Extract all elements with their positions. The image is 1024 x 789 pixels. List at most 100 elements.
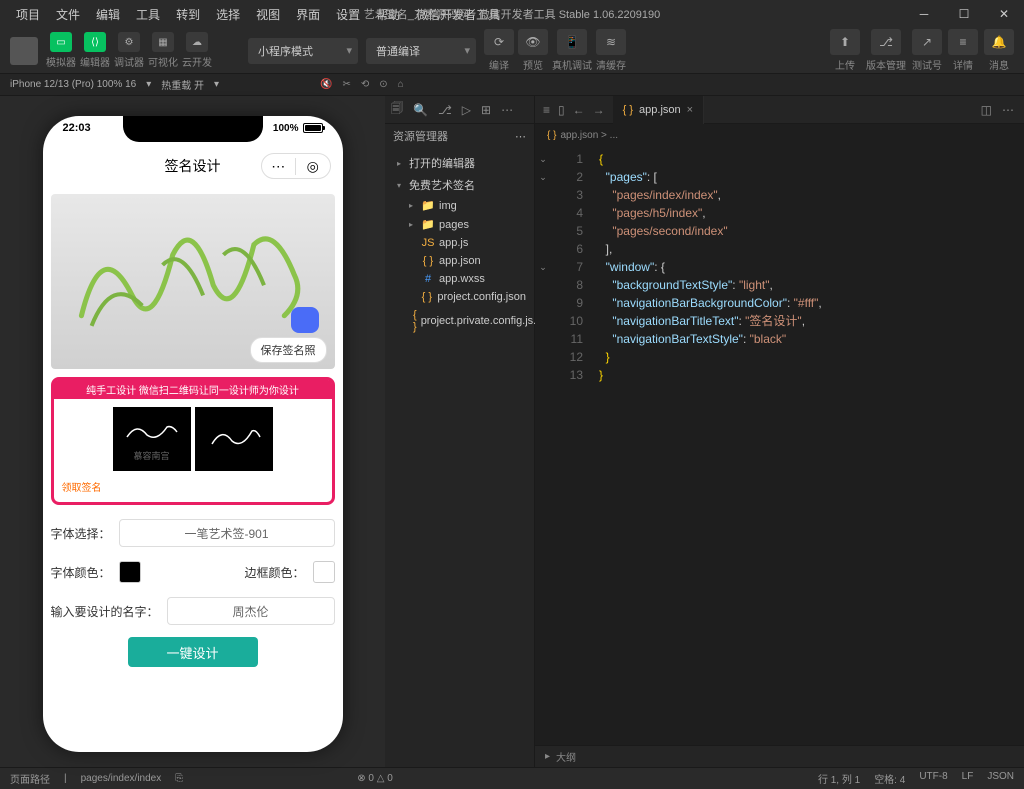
ext-tab-icon[interactable]: ⊞ [481, 103, 491, 117]
menu-项目[interactable]: 项目 [8, 2, 48, 27]
run-tab-icon[interactable]: ▷ [462, 103, 471, 117]
compile-button[interactable]: ⟳ [484, 29, 514, 55]
tree-item-app.wxss[interactable]: #app.wxss [385, 270, 534, 288]
menu-视图[interactable]: 视图 [248, 2, 288, 27]
menu-文件[interactable]: 文件 [48, 2, 88, 27]
rotate-icon[interactable]: ⟲ [361, 79, 369, 90]
collect-link[interactable]: 领取签名 [58, 475, 328, 498]
messages-button[interactable]: 🔔 [984, 29, 1014, 55]
mode-dropdown[interactable]: 小程序模式 [248, 38, 358, 64]
cursor-position[interactable]: 行 1, 列 1 [818, 771, 860, 786]
editor-tab[interactable]: { } app.json × [613, 96, 704, 124]
minimize-button[interactable]: ─ [904, 0, 944, 28]
branch-tab-icon[interactable]: ⎇ [438, 103, 452, 117]
mute-icon[interactable]: 🔇 [320, 79, 332, 90]
save-photo-button[interactable]: 保存签名照 [250, 337, 327, 363]
tab-more-icon[interactable]: ⋯ [1002, 103, 1014, 117]
tree-item-pages[interactable]: ▸📁pages [385, 215, 534, 234]
preview-button[interactable]: 👁 [518, 29, 548, 55]
nav-back-icon[interactable]: ≡ [543, 103, 550, 117]
signature-canvas[interactable]: 保存签名照 [51, 194, 335, 369]
device-selector[interactable]: iPhone 12/13 (Pro) 100% 16 [10, 79, 136, 90]
camera-icon[interactable] [291, 307, 319, 333]
page-path[interactable]: pages/index/index [81, 773, 162, 784]
close-button[interactable]: ✕ [984, 0, 1024, 28]
simulator-button[interactable]: ▭ [50, 32, 72, 52]
tree-item-app.js[interactable]: JSapp.js [385, 234, 534, 252]
font-color-swatch[interactable] [119, 561, 141, 583]
debugger-button[interactable]: ⚙ [118, 32, 140, 52]
menu-编辑[interactable]: 编辑 [88, 2, 128, 27]
tree-item-app.json[interactable]: { }app.json [385, 252, 534, 270]
remote-debug-label: 真机调试 [552, 57, 592, 72]
window-title: 艺术签名_刀客源码网 - 微信开发者工具 Stable 1.06.2209190 [364, 6, 660, 22]
remote-debug-button[interactable]: 📱 [557, 29, 587, 55]
menu-选择[interactable]: 选择 [208, 2, 248, 27]
outline-panel[interactable]: ▸大纲 [535, 745, 1024, 767]
clear-cache-button[interactable]: ≋ [596, 29, 626, 55]
sample-2[interactable] [195, 407, 273, 471]
capsule-menu-icon[interactable]: ⋯ [262, 158, 297, 175]
menu-设置[interactable]: 设置 [328, 2, 368, 27]
more-tab-icon[interactable]: ⋯ [501, 103, 513, 117]
version-button[interactable]: ⎇ [871, 29, 901, 55]
tree-item-打开的编辑器[interactable]: ▸打开的编辑器 [385, 152, 534, 174]
home-icon[interactable]: ⌂ [398, 79, 404, 90]
font-label: 字体选择： [51, 525, 111, 542]
split-icon[interactable]: ◫ [981, 103, 992, 117]
font-color-label: 字体颜色： [51, 564, 111, 581]
tree-item-img[interactable]: ▸📁img [385, 196, 534, 215]
sample-1[interactable]: 慕容南宫 [113, 407, 191, 471]
menu-工具[interactable]: 工具 [128, 2, 168, 27]
tree-item-project.private.config.js...[interactable]: { }project.private.config.js... [385, 306, 534, 336]
error-count[interactable]: ⊗ 0 △ 0 [357, 773, 393, 784]
name-input[interactable] [167, 597, 335, 625]
page-path-label: 页面路径 [10, 771, 50, 786]
simulator-pane: 22:03 100% 签名设计 ⋯◎ 保存签名照 纯手工设计 微信扫二维码让同一… [0, 96, 385, 767]
explorer-title: 资源管理器 [393, 128, 448, 144]
details-button[interactable]: ≡ [948, 29, 978, 55]
capsule-button[interactable]: ⋯◎ [261, 153, 331, 179]
copy-icon[interactable]: ⎘ [175, 773, 183, 784]
files-tab-icon[interactable]: 🗐 [391, 99, 403, 120]
simulator-label: 模拟器 [46, 54, 76, 69]
screenshot-icon[interactable]: ✂ [342, 79, 350, 90]
menu-转到[interactable]: 转到 [168, 2, 208, 27]
promo-header: 纯手工设计 微信扫二维码让同一设计师为你设计 [54, 380, 332, 399]
hot-reload-toggle[interactable]: 热重载 开 [161, 77, 204, 92]
details-label: 详情 [953, 57, 973, 72]
maximize-button[interactable]: ☐ [944, 0, 984, 28]
compile-label: 编译 [489, 57, 509, 72]
code-area[interactable]: ⌄⌄⌄ 12345678910111213 { "pages": [ "page… [535, 146, 1024, 745]
search-tab-icon[interactable]: 🔍 [413, 103, 428, 117]
upload-button[interactable]: ⬆ [830, 29, 860, 55]
language[interactable]: JSON [987, 771, 1014, 786]
border-color-swatch[interactable] [313, 561, 335, 583]
capsule-close-icon[interactable]: ◎ [296, 158, 330, 175]
menu-界面[interactable]: 界面 [288, 2, 328, 27]
compile-dropdown[interactable]: 普通编译 [366, 38, 476, 64]
explorer-more-icon[interactable]: ⋯ [515, 130, 526, 143]
tree-item-project.config.json[interactable]: { }project.config.json [385, 288, 534, 306]
visual-button[interactable]: ▦ [152, 32, 174, 52]
tab-close-icon[interactable]: × [687, 104, 693, 116]
encoding[interactable]: UTF-8 [919, 771, 947, 786]
tree-item-免费艺术签名[interactable]: ▾免费艺术签名 [385, 174, 534, 196]
app-navbar: 签名设计 ⋯◎ [43, 146, 343, 186]
back-icon[interactable]: ⊙ [379, 79, 387, 90]
editor-button[interactable]: ⟨⟩ [84, 32, 106, 52]
menubar: 项目文件编辑工具转到选择视图界面设置帮助微信开发者工具 艺术签名_刀客源码网 -… [0, 0, 1024, 28]
test-button[interactable]: ↗ [912, 29, 942, 55]
left-arrow-icon[interactable]: ← [573, 103, 585, 117]
phone-notch [123, 116, 263, 142]
avatar[interactable] [10, 37, 38, 65]
indent-info[interactable]: 空格: 4 [874, 771, 905, 786]
cloud-button[interactable]: ☁ [186, 32, 208, 52]
right-arrow-icon[interactable]: → [593, 103, 605, 117]
ios-time: 22:03 [63, 122, 91, 134]
breadcrumb[interactable]: { }app.json > ... [535, 124, 1024, 146]
font-select[interactable] [119, 519, 335, 547]
eol[interactable]: LF [962, 771, 974, 786]
bookmark-icon[interactable]: ▯ [558, 103, 565, 117]
design-button[interactable]: 一键设计 [128, 637, 258, 667]
